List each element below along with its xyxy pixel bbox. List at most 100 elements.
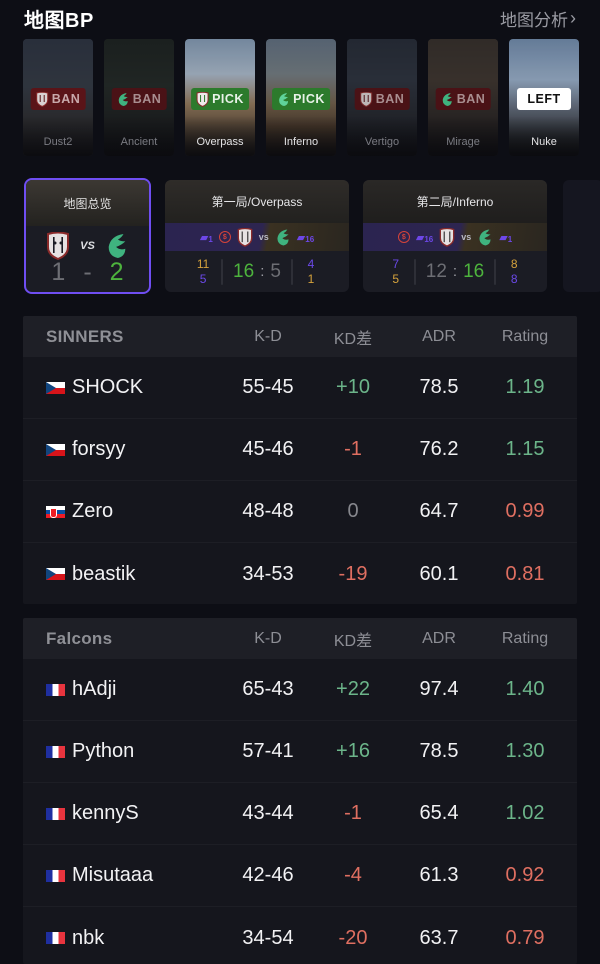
- map-analysis-link[interactable]: 地图分析 ›: [500, 6, 576, 31]
- map-card-overpass[interactable]: PICK Overpass: [185, 39, 255, 156]
- col-kd-diff: KD差: [333, 632, 373, 650]
- map-name: Vertigo: [364, 136, 400, 148]
- vs-label: vs: [461, 232, 472, 242]
- ban-badge: BAN: [111, 88, 167, 110]
- flag-slovakia-icon: [46, 505, 65, 518]
- player-row[interactable]: nbk 34-54 -20 63.7 0.79: [23, 907, 577, 964]
- map-bp-list: BAN Dust2 BAN Ancient PICK Overpass PICK…: [23, 39, 579, 156]
- pistol-icon: ▰ 1: [499, 231, 513, 244]
- team-name: SINNERS: [46, 326, 124, 346]
- map-name: Overpass: [196, 136, 244, 148]
- player-row[interactable]: hAdji 65-43 +22 97.4 1.40: [23, 659, 577, 721]
- player-row[interactable]: Zero 48-48 0 64.7 0.99: [23, 481, 577, 543]
- col-rating: Rating: [501, 629, 549, 647]
- eco-round-icon: $: [218, 231, 231, 243]
- sinners-logo-icon: [439, 227, 455, 247]
- player-row[interactable]: Misutaaa 42-46 -4 61.3 0.92: [23, 845, 577, 907]
- eco-round-icon: $: [397, 231, 410, 243]
- player-kd: 42-46: [242, 864, 294, 886]
- player-row[interactable]: SHOCK 55-45 +10 78.5 1.19: [23, 357, 577, 419]
- player-kd-diff: -20: [338, 926, 368, 949]
- map-overview-card[interactable]: 地图总览 VS 1 - 2: [24, 178, 151, 294]
- series-score-left: 1: [51, 258, 66, 286]
- pick-badge: PICK: [191, 88, 249, 110]
- overview-title: 地图总览: [26, 180, 149, 226]
- player-kd-diff: -1: [344, 438, 362, 460]
- player-kd: 34-54: [242, 926, 294, 949]
- flag-france-icon: [46, 932, 65, 944]
- col-kd-diff: KD差: [333, 330, 373, 348]
- divider: [413, 258, 416, 285]
- player-kd: 34-53: [242, 562, 294, 585]
- map-score: 12 : 16: [425, 260, 485, 282]
- sinners-logo-icon: [47, 232, 70, 260]
- map-card-mirage[interactable]: BAN Mirage: [428, 39, 498, 156]
- map-score: 16 : 5: [233, 260, 281, 282]
- table-header: Falcons K-D KD差 ADR Rating: [23, 618, 577, 659]
- col-adr: ADR: [422, 327, 456, 345]
- divider: [494, 258, 497, 285]
- map-card-dust2[interactable]: BAN Dust2: [23, 39, 93, 156]
- player-row[interactable]: Python 57-41 +16 78.5 1.30: [23, 721, 577, 783]
- map-card-vertigo[interactable]: BAN Vertigo: [347, 39, 417, 156]
- player-kd-diff: -19: [338, 562, 368, 585]
- player-name: Zero: [72, 500, 114, 522]
- map-analysis-label: 地图分析: [500, 10, 568, 30]
- player-kd: 45-46: [242, 438, 294, 460]
- player-kd-diff: 0: [347, 500, 359, 522]
- sinners-logo-icon: [360, 91, 373, 107]
- map-card-inferno[interactable]: PICK Inferno: [266, 39, 336, 156]
- player-name: Misutaaa: [72, 864, 154, 886]
- player-name: Python: [72, 740, 135, 762]
- right-halves: 4 1: [307, 256, 315, 286]
- pistol-icon: ▰ 16: [415, 231, 434, 244]
- map-name: Mirage: [446, 136, 480, 148]
- player-name: hAdji: [72, 678, 117, 700]
- flag-france-icon: [46, 807, 65, 820]
- ban-badge: BAN: [354, 88, 410, 110]
- falcons-logo-icon: [279, 92, 289, 106]
- player-row[interactable]: kennyS 43-44 -1 65.4 1.02: [23, 783, 577, 845]
- chevron-right-icon: ›: [570, 7, 576, 28]
- player-kd-diff: +16: [336, 740, 370, 762]
- falcons-logo-icon: [479, 229, 491, 245]
- col-rating: Rating: [501, 327, 549, 345]
- map-card-nuke[interactable]: LEFT Nuke: [509, 39, 579, 156]
- player-rating: 1.02: [505, 802, 545, 824]
- game-card-1[interactable]: 第一局/Overpass ▰ 1 $ vs ▰ 16 11 5 16 : 5 4 1: [165, 180, 349, 292]
- map-name: Dust2: [43, 136, 73, 148]
- player-name: beastik: [72, 562, 136, 585]
- pick-badge: PICK: [272, 88, 330, 110]
- falcons-logo-icon: [277, 229, 289, 245]
- player-adr: 78.5: [419, 740, 459, 762]
- player-adr: 97.4: [419, 678, 459, 700]
- vs-label: vs: [258, 232, 269, 242]
- player-name: forsyy: [72, 438, 126, 460]
- series-score-right: 2: [109, 258, 124, 286]
- player-adr: 63.7: [419, 926, 459, 949]
- player-rating: 0.92: [505, 864, 545, 886]
- sinners-logo-icon: [36, 91, 49, 107]
- player-adr: 61.3: [419, 864, 459, 886]
- map-card-ancient[interactable]: BAN Ancient: [104, 39, 174, 156]
- flag-france-icon: [46, 745, 65, 758]
- map-name: Nuke: [531, 136, 557, 148]
- player-rating: 0.79: [505, 926, 545, 949]
- player-kd-diff: +10: [336, 376, 370, 398]
- col-kd: K-D: [254, 327, 282, 345]
- player-name: nbk: [72, 926, 105, 949]
- player-name: SHOCK: [72, 376, 144, 398]
- player-adr: 64.7: [419, 500, 459, 522]
- falcons-logo-icon: [442, 92, 452, 106]
- table-header: SINNERS K-D KD差 ADR Rating: [23, 316, 577, 357]
- player-rating: 0.99: [505, 500, 545, 522]
- player-kd-diff: -4: [344, 864, 362, 886]
- game-card-partial[interactable]: [563, 180, 600, 292]
- team-name: Falcons: [46, 628, 113, 648]
- game-card-2[interactable]: 第二局/Inferno $ ▰ 16 vs ▰ 1 7 5 12 : 16 8 8: [363, 180, 547, 292]
- player-row[interactable]: beastik 34-53 -19 60.1 0.81: [23, 543, 577, 604]
- player-kd: 55-45: [242, 376, 294, 398]
- player-row[interactable]: forsyy 45-46 -1 76.2 1.15: [23, 419, 577, 481]
- ban-badge: BAN: [30, 88, 86, 110]
- sinners-logo-icon: [196, 91, 209, 107]
